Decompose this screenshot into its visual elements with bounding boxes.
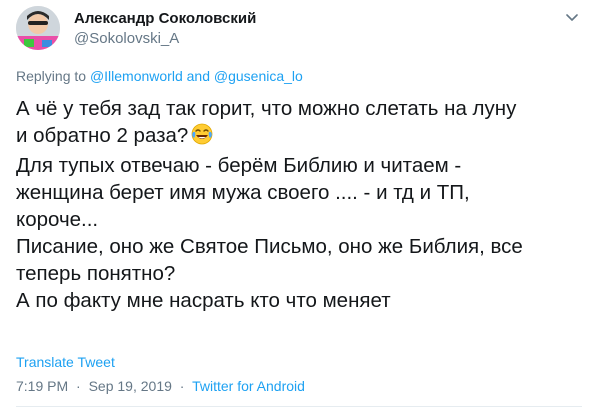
translate-tweet-link[interactable]: Translate Tweet	[16, 353, 115, 371]
replying-to-label: Replying to	[16, 68, 87, 84]
meta-separator: ·	[179, 378, 185, 394]
tweet-line-with-emoji: и обратно 2 раза?	[16, 122, 586, 152]
reply-user-link-1[interactable]: @Illemonworld	[90, 68, 183, 84]
tweet-header: Александр Соколовский @Sokolovski_A	[16, 6, 582, 50]
meta-separator: ·	[76, 378, 81, 394]
tweet: Александр Соколовский @Sokolovski_A Repl…	[0, 0, 598, 413]
tweet-line: А по факту мне насрать кто что меняет	[16, 289, 391, 312]
tweet-line: теперь понятно?	[16, 262, 176, 285]
reply-user-link-2[interactable]: @gusenica_lo	[214, 68, 303, 84]
tweet-line: Писание, оно же Святое Письмо, оно же Би…	[16, 235, 523, 258]
tweet-date[interactable]: Sep 19, 2019	[89, 378, 172, 394]
face-with-tears-of-joy-icon	[191, 123, 213, 152]
tweet-line: женщина берет имя мужа своего .... - и т…	[16, 181, 470, 204]
tweet-meta: 7:19 PM · Sep 19, 2019 · Twitter for And…	[16, 377, 305, 395]
tweet-line: Для тупых отвечаю - берём Библию и читае…	[16, 154, 462, 177]
chevron-down-icon[interactable]	[562, 8, 582, 28]
replying-to: Replying to @Illemonworld and @gusenica_…	[16, 67, 303, 85]
divider	[16, 406, 582, 407]
reply-and-label: and	[186, 68, 210, 84]
tweet-text: А чё у тебя зад так горит, что можно сле…	[16, 95, 586, 314]
tweet-source-link[interactable]: Twitter for Android	[192, 378, 305, 394]
avatar-image	[16, 6, 60, 50]
tweet-line: А чё у тебя зад так горит, что можно сле…	[16, 97, 517, 120]
author-names: Александр Соколовский @Sokolovski_A	[74, 9, 256, 49]
display-name[interactable]: Александр Соколовский	[74, 9, 256, 29]
tweet-line: короче...	[16, 208, 99, 231]
tweet-time[interactable]: 7:19 PM	[16, 378, 68, 394]
username[interactable]: @Sokolovski_A	[74, 29, 256, 49]
tweet-line: и обратно 2 раза?	[16, 124, 189, 147]
avatar[interactable]	[16, 6, 60, 50]
